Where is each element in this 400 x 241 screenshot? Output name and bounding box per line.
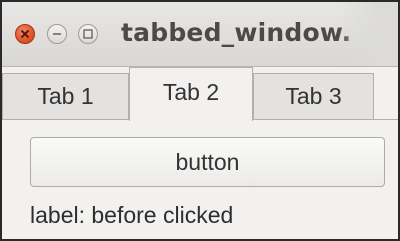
close-icon <box>20 29 30 39</box>
title-fade <box>338 2 398 66</box>
action-button[interactable]: button <box>30 137 385 187</box>
tab-bar: Tab 1 Tab 2 Tab 3 <box>2 67 398 121</box>
maximize-icon <box>83 29 93 39</box>
minimize-button[interactable] <box>47 24 67 44</box>
tab-1[interactable]: Tab 1 <box>2 73 129 120</box>
app-window: tabbed_window. Tab 1 Tab 2 Tab 3 button … <box>0 0 400 241</box>
tab-2[interactable]: Tab 2 <box>129 67 253 121</box>
close-button[interactable] <box>15 24 35 44</box>
window-title: tabbed_window. <box>121 18 352 47</box>
maximize-button[interactable] <box>78 24 98 44</box>
minimize-icon <box>53 33 61 35</box>
window-titlebar[interactable]: tabbed_window. <box>2 2 398 67</box>
status-label: label: before clicked <box>30 202 234 228</box>
tab-3[interactable]: Tab 3 <box>253 73 374 120</box>
